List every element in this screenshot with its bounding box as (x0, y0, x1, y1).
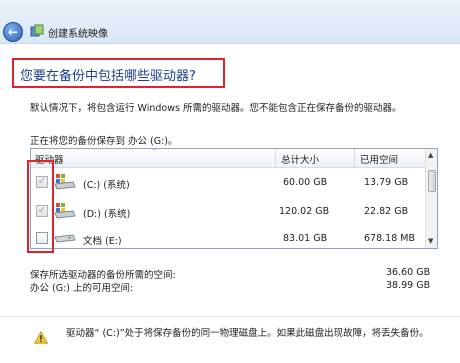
backup-app-icon (30, 24, 44, 37)
column-header-total-size[interactable]: 总计大小 (281, 152, 319, 166)
drive-icon (54, 234, 76, 243)
back-button[interactable]: ← (3, 22, 23, 42)
drive-name: (C:) (系统) (83, 180, 130, 191)
drive-used-space: 22.82 GB (364, 206, 409, 217)
drive-total-size: 120.02 GB (279, 206, 330, 217)
drive-name: 文档 (E:) (83, 236, 122, 247)
required-space-value: 36.60 GB (386, 267, 431, 278)
drive-used-space: 678.18 MB (364, 233, 415, 244)
window-title: 创建系统映像 (48, 29, 108, 40)
drive-total-size: 60.00 GB (283, 177, 328, 188)
divider (0, 316, 460, 317)
warning-text: 驱动器“ (C:)”处于将保存备份的同一物理磁盘上。如果此磁盘出现故障，将丢失备… (66, 328, 429, 339)
save-location-text: 正在将您的备份保存到 办公 (G:)。 (30, 136, 178, 147)
available-space-value: 38.99 GB (386, 280, 431, 291)
system-drive-icon (54, 203, 76, 219)
drive-name: (D:) (系统) (83, 209, 131, 220)
drive-used-space: 13.79 GB (364, 177, 409, 188)
highlight-box-checkboxes (27, 160, 54, 253)
drive-table: ⌃ 驱动器 总计大小 已用空间 ✓ (C:) (系统) 60.00 GB 13.… (30, 148, 438, 249)
scroll-up-icon[interactable]: ▲ (428, 151, 433, 159)
page-heading: 您要在备份中包括哪些驱动器? (20, 69, 196, 84)
sort-arrow-icon: ⌃ (151, 148, 158, 156)
table-row: ✓ (D:) (系统) 120.02 GB 22.82 GB (31, 198, 427, 225)
available-space-label: 办公 (G:) 上的可用空间: (30, 283, 134, 294)
required-space-label: 保存所选驱动器的备份所需的空间: (30, 270, 176, 281)
table-row: 文档 (E:) 83.01 GB 678.18 MB (31, 225, 427, 248)
back-arrow-icon: ← (7, 25, 19, 39)
scroll-down-icon[interactable]: ▼ (428, 237, 433, 245)
title-bar: ← 创建系统映像 (0, 0, 460, 44)
column-header-used-space[interactable]: 已用空间 (360, 152, 398, 166)
table-scrollbar[interactable]: ▲ ▼ (425, 149, 437, 248)
warning-icon (34, 331, 48, 344)
description-text: 默认情况下，将包含运行 Windows 所需的驱动器。您不能包含正在保存备份的驱… (30, 103, 402, 114)
system-drive-icon (54, 174, 76, 190)
drive-total-size: 83.01 GB (283, 233, 328, 244)
scroll-thumb[interactable] (428, 170, 436, 192)
table-header: ⌃ 驱动器 总计大小 已用空间 (31, 149, 427, 168)
table-row: ✓ (C:) (系统) 60.00 GB 13.79 GB (31, 169, 427, 196)
